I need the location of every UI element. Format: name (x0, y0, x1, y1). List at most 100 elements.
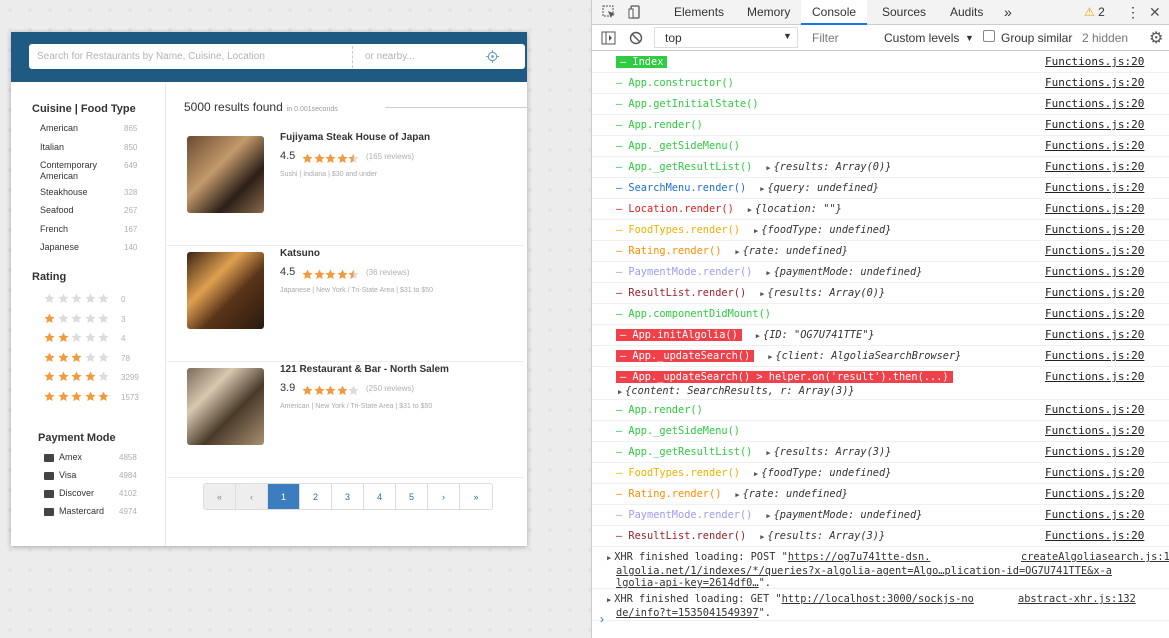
result-card[interactable]: 121 Restaurant & Bar - North Salem 3.9 (25… (167, 362, 523, 478)
source-link[interactable]: Functions.js:20 (1045, 328, 1144, 341)
source-link[interactable]: Functions.js:20 (1045, 244, 1144, 257)
source-link[interactable]: Functions.js:20 (1045, 529, 1144, 542)
rating-filter[interactable]: 3299 (44, 371, 154, 385)
tab-memory[interactable]: Memory (745, 0, 792, 25)
xhr-url[interactable]: de/info?t=1535041549397 (616, 607, 759, 619)
payment-item[interactable]: Visa 4984 (44, 470, 164, 484)
source-link[interactable]: Functions.js:20 (1045, 55, 1144, 68)
cuisine-item[interactable]: Contemporary American 649 (40, 160, 160, 181)
cuisine-item[interactable]: American 865 (40, 123, 160, 137)
log-object[interactable]: ▶ {paymentMode: undefined} (766, 509, 922, 521)
close-icon[interactable]: ✕ (1147, 0, 1163, 25)
tab-sources[interactable]: Sources (880, 0, 928, 25)
rating-filter[interactable]: 0 (44, 293, 154, 307)
page-button[interactable]: 5 (396, 484, 428, 509)
page-button[interactable]: « (204, 484, 236, 509)
source-link[interactable]: Functions.js:20 (1045, 445, 1144, 458)
source-link[interactable]: Functions.js:20 (1045, 487, 1144, 500)
log-object[interactable]: ▶ {client: AlgoliaSearchBrowser} (768, 350, 961, 362)
inspect-icon[interactable] (602, 5, 616, 19)
sidebar-toggle-icon[interactable] (601, 31, 616, 45)
xhr-url[interactable]: algolia.net/1/indexes/*/queries?x-algoli… (616, 565, 1112, 577)
log-object[interactable]: ▶ {rate: undefined} (735, 488, 848, 500)
log-object[interactable]: ▶ {foodType: undefined} (754, 224, 891, 236)
rating-filter[interactable]: 3 (44, 312, 154, 327)
payment-item[interactable]: Discover 4102 (44, 488, 164, 502)
locate-icon[interactable] (486, 50, 499, 63)
search-input[interactable] (29, 44, 353, 69)
rating-filter[interactable]: 4 (44, 332, 154, 346)
page-button[interactable]: 4 (364, 484, 396, 509)
cuisine-item[interactable]: Steakhouse 328 (40, 187, 160, 201)
device-toggle-icon[interactable] (628, 5, 642, 19)
levels-dropdown[interactable]: Custom levels (884, 31, 959, 45)
source-link[interactable]: Functions.js:20 (1045, 349, 1144, 362)
source-link[interactable]: Functions.js:20 (1045, 466, 1144, 479)
page-button[interactable]: 1 (268, 484, 300, 509)
page-button[interactable]: 3 (332, 484, 364, 509)
restaurant-name[interactable]: 121 Restaurant & Bar - North Salem (280, 364, 449, 375)
source-link[interactable]: Functions.js:20 (1045, 76, 1144, 89)
log-object[interactable]: ▶ {content: SearchResults, r: Array(3)} (618, 385, 855, 397)
source-link[interactable]: Functions.js:20 (1045, 508, 1144, 521)
restaurant-name[interactable]: Katsuno (280, 248, 320, 259)
log-object[interactable]: ▶ {results: Array(0)} (760, 287, 885, 299)
source-link[interactable]: Functions.js:20 (1045, 223, 1144, 236)
source-link[interactable]: Functions.js:20 (1045, 265, 1144, 278)
log-object[interactable]: ▶ {foodType: undefined} (754, 467, 891, 479)
xhr-url[interactable]: https://og7u741tte-dsn. (788, 551, 931, 563)
result-card[interactable]: Fujiyama Steak House of Japan 4.5 (165 rev… (167, 130, 523, 246)
source-link[interactable]: Functions.js:20 (1045, 139, 1144, 152)
rating-filter[interactable]: 1573 (44, 390, 154, 405)
cuisine-item[interactable]: Italian 850 (40, 142, 160, 156)
payment-item[interactable]: Mastercard 4974 (44, 506, 164, 520)
xhr-source-link[interactable]: createAlgoliasearch.js:121 (1021, 551, 1169, 563)
clear-console-icon[interactable] (629, 31, 643, 45)
log-object[interactable]: ▶ {paymentMode: undefined} (766, 266, 922, 278)
cuisine-item[interactable]: Japanese 140 (40, 242, 160, 256)
source-link[interactable]: Functions.js:20 (1045, 307, 1144, 320)
page-button[interactable]: » (460, 484, 492, 509)
source-link[interactable]: Functions.js:20 (1045, 424, 1144, 437)
result-card[interactable]: Katsuno 4.5 (36 reviews) Japanese | New Yor… (167, 246, 523, 362)
source-link[interactable]: Functions.js:20 (1045, 403, 1144, 416)
source-link[interactable]: Functions.js:20 (1045, 97, 1144, 110)
xhr-url[interactable]: http://localhost:3000/sockjs-no (782, 593, 974, 605)
cuisine-item[interactable]: French 167 (40, 224, 160, 238)
restaurant-name[interactable]: Fujiyama Steak House of Japan (280, 132, 430, 143)
page-button[interactable]: ‹ (236, 484, 268, 509)
cuisine-item[interactable]: Seafood 267 (40, 205, 160, 219)
page-button[interactable]: 2 (300, 484, 332, 509)
log-object[interactable]: ▶ {query: undefined} (760, 182, 879, 194)
xhr-source-link[interactable]: abstract-xhr.js:132 (1018, 593, 1136, 605)
nearby-input[interactable] (357, 44, 477, 69)
page-button[interactable]: › (428, 484, 460, 509)
more-tabs-icon[interactable]: » (1002, 0, 1014, 25)
log-object[interactable]: ▶ {rate: undefined} (735, 245, 848, 257)
source-link[interactable]: Functions.js:20 (1045, 286, 1144, 299)
log-object[interactable]: ▶ {ID: "OG7U741TTE"} (756, 329, 875, 341)
chevron-down-icon: ▼ (783, 31, 792, 41)
log-object[interactable]: ▶ {results: Array(0)} (766, 161, 891, 173)
log-object[interactable]: ▶ {location: ""} (748, 203, 842, 215)
source-link[interactable]: Functions.js:20 (1045, 370, 1144, 383)
warnings-badge[interactable]: ⚠ 2 (1084, 5, 1105, 19)
rating-filter[interactable]: 78 (44, 351, 154, 366)
tab-audits[interactable]: Audits (948, 0, 985, 25)
log-object[interactable]: ▶ {results: Array(3)} (760, 530, 885, 542)
source-link[interactable]: Functions.js:20 (1045, 160, 1144, 173)
filter-input[interactable] (808, 29, 874, 47)
source-link[interactable]: Functions.js:20 (1045, 181, 1144, 194)
menu-kebab-icon[interactable]: ⋮ (1124, 0, 1142, 25)
console-prompt-icon[interactable]: › (600, 612, 604, 626)
group-similar-checkbox[interactable] (983, 30, 995, 42)
source-link[interactable]: Functions.js:20 (1045, 202, 1144, 215)
settings-gear-icon[interactable]: ⚙ (1149, 28, 1163, 48)
tab-console[interactable]: Console (801, 0, 868, 25)
xhr-url[interactable]: lgolia-api-key=2614df0… (616, 577, 759, 589)
payment-item[interactable]: Amex 4858 (44, 452, 164, 466)
log-object[interactable]: ▶ {results: Array(3)} (766, 446, 891, 458)
source-link[interactable]: Functions.js:20 (1045, 118, 1144, 131)
tab-elements[interactable]: Elements (672, 0, 726, 25)
context-select[interactable]: top ▼ (654, 27, 798, 48)
